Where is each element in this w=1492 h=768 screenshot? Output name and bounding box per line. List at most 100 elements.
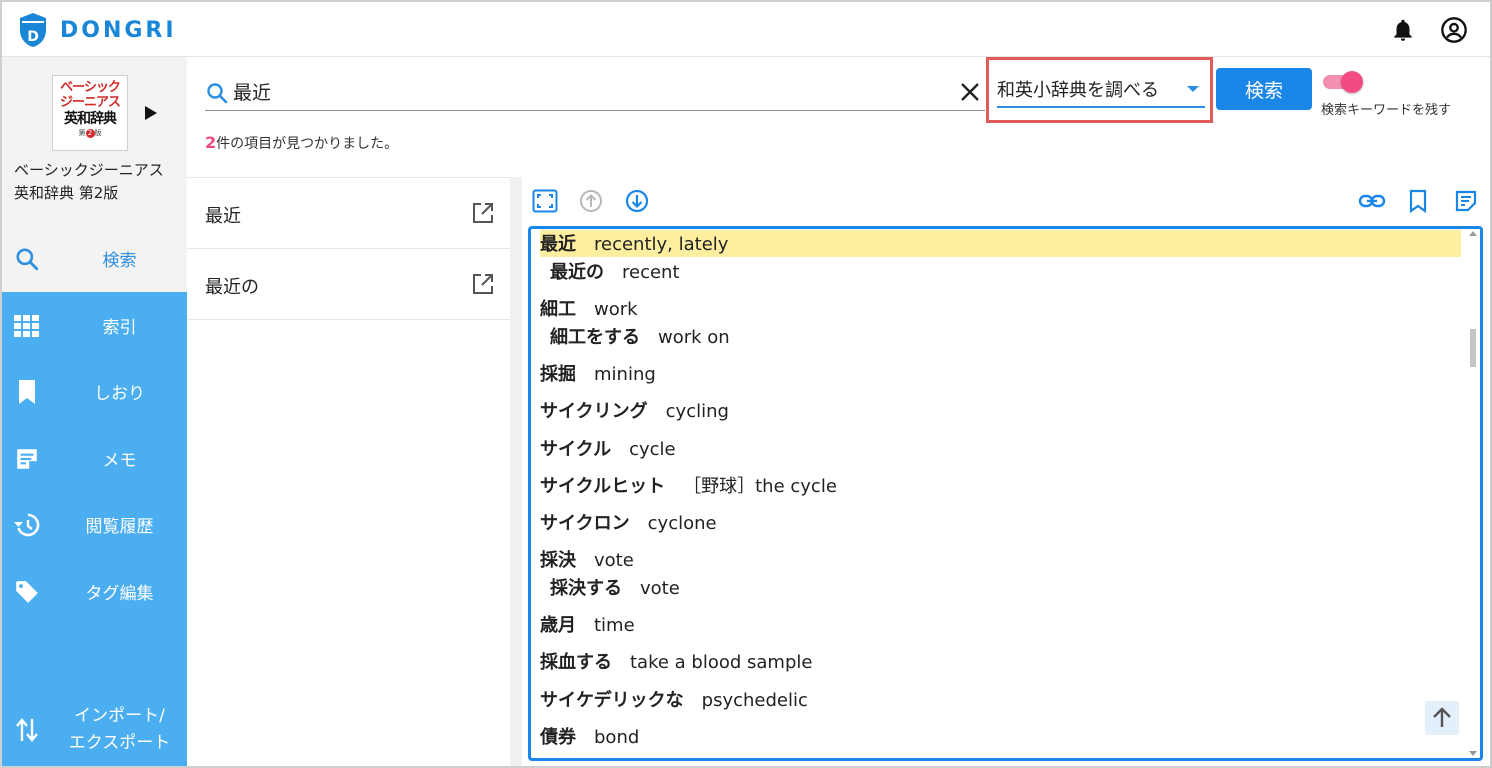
entry-line[interactable]: サイクルヒット ［野球］the cycle: [540, 472, 837, 498]
scrollbar-thumb[interactable]: [1470, 329, 1476, 367]
cover-edition-suffix: 版: [94, 129, 102, 137]
grid-icon: [14, 313, 40, 339]
search-icon: [207, 83, 228, 104]
entry-headword: 採決: [540, 550, 576, 571]
entry-translation: cycling: [665, 401, 729, 422]
keep-keyword-label: 検索キーワードを残す: [1321, 103, 1452, 118]
entry-line[interactable]: 歳月 time: [540, 611, 635, 637]
nav-item-memo[interactable]: メモ: [2, 425, 187, 492]
entry-translation: work on: [658, 327, 730, 348]
scroll-up-icon[interactable]: [1469, 231, 1477, 236]
nav-label-tags: タグ編集: [85, 584, 154, 604]
book-title: ベーシックジーニアス 英和辞典 第2版: [14, 159, 164, 205]
cover-edition-prefix: 第: [78, 129, 86, 137]
entry-translation: psychedelic: [701, 690, 808, 711]
cover-edition: 第2版: [53, 128, 127, 138]
nav-item-search[interactable]: 検索: [2, 225, 187, 292]
fullscreen-icon[interactable]: [532, 189, 558, 213]
result-item[interactable]: 最近の: [187, 249, 510, 320]
entry-line[interactable]: 採掘 mining: [540, 360, 656, 386]
book-title-line2: 英和辞典 第2版: [14, 184, 119, 202]
cover-edition-num: 2: [85, 129, 95, 138]
memo-outline-icon[interactable]: [1454, 189, 1478, 213]
entry-content[interactable]: 最近 recently, lately 最近の recent 細工 work 細工をする wo…: [528, 226, 1483, 761]
arrow-down-circle-icon[interactable]: [625, 189, 649, 213]
entry-headword: サイクルヒット: [540, 476, 666, 497]
entry-line[interactable]: 最近 recently, lately: [540, 230, 728, 256]
entry-line[interactable]: 採決 vote: [540, 546, 634, 572]
nav-label-index: 索引: [102, 318, 137, 338]
entry-headword: 最近の: [550, 262, 604, 283]
bell-icon[interactable]: [1390, 16, 1416, 44]
open-in-new-icon[interactable]: [472, 273, 494, 295]
play-arrow-icon[interactable]: [144, 105, 158, 121]
entry-line[interactable]: 最近の recent: [550, 258, 680, 284]
nav-label-export: エクスポート: [68, 733, 171, 753]
entry-headword: 歳月: [540, 615, 576, 636]
app-logo[interactable]: D DONGRI: [18, 10, 177, 50]
entry-headword: 採掘: [540, 364, 576, 385]
result-count-text: 件の項目が見つかりました。: [216, 136, 399, 152]
entry-line[interactable]: サイクル cycle: [540, 435, 676, 461]
nav-item-history[interactable]: 閲覧履歴: [2, 491, 187, 558]
entry-headword: サイクロン: [540, 513, 630, 534]
dictionary-select[interactable]: 和英小辞典を調べる: [986, 57, 1213, 123]
scrollbar[interactable]: [1468, 229, 1478, 758]
entry-headword: 細工をする: [550, 327, 640, 348]
entry-line[interactable]: 採決する vote: [550, 574, 680, 600]
book-title-line1: ベーシックジーニアス: [14, 161, 164, 179]
entry-headword: サイケデリックな: [540, 690, 684, 711]
arrow-up-circle-icon[interactable]: [579, 189, 603, 213]
arrow-up-icon: [1433, 707, 1451, 727]
entry-line[interactable]: 債券 bond: [540, 723, 639, 749]
scroll-down-icon[interactable]: [1469, 751, 1477, 756]
bookmark-icon: [14, 379, 40, 405]
entry-translation: bond: [594, 727, 640, 748]
search-box: [205, 73, 985, 111]
entry-line[interactable]: 採血する take a blood sample: [540, 648, 812, 674]
link-icon[interactable]: [1358, 189, 1386, 213]
tag-icon: [14, 579, 40, 605]
nav-item-index[interactable]: 索引: [2, 292, 187, 359]
entry-translation: take a blood sample: [630, 652, 813, 673]
entry-translation: mining: [594, 364, 656, 385]
entry-panel: 最近 recently, lately 最近の recent 細工 work 細工をする wo…: [522, 177, 1490, 766]
dictionary-select-value: 和英小辞典を調べる: [997, 80, 1159, 101]
bookmark-outline-icon[interactable]: [1408, 189, 1428, 213]
entry-line[interactable]: サイケデリックな psychedelic: [540, 686, 808, 712]
shield-logo-icon: D: [20, 13, 46, 47]
entry-translation: cycle: [629, 439, 676, 460]
entry-line[interactable]: 細工をする work on: [550, 323, 730, 349]
nav-item-import-export[interactable]: インポート/エクスポート: [2, 700, 187, 760]
entry-translation: ［野球］the cycle: [683, 476, 837, 497]
history-icon: [14, 512, 40, 538]
keep-keyword-toggle[interactable]: [1321, 71, 1363, 93]
cover-line3: 英和辞典: [64, 111, 117, 127]
entry-line[interactable]: サイクリング cycling: [540, 397, 729, 423]
entry-translation: work: [594, 299, 638, 320]
account-icon[interactable]: [1440, 16, 1468, 44]
cover-line1: ベーシック: [60, 80, 121, 95]
entry-translation: vote: [594, 550, 634, 571]
book-panel[interactable]: ベーシック ジーニアス 英和辞典 第2版 ベーシックジーニアス 英和辞典 第2版: [2, 57, 187, 225]
entry-headword: サイクル: [540, 439, 612, 460]
entry-translation: time: [594, 615, 635, 636]
entry-headword: サイクリング: [540, 401, 648, 422]
entry-headword: 細工: [540, 299, 576, 320]
search-input[interactable]: [233, 75, 933, 107]
scroll-to-top-button[interactable]: [1425, 701, 1459, 735]
entry-line[interactable]: サイクロン cyclone: [540, 509, 717, 535]
nav-item-tags[interactable]: タグ編集: [2, 558, 187, 625]
svg-text:D: D: [27, 29, 39, 45]
memo-icon: [14, 446, 40, 472]
entry-line[interactable]: 細工 work: [540, 295, 638, 321]
entry-translation: vote: [640, 578, 680, 599]
search-button[interactable]: 検索: [1216, 68, 1312, 110]
result-list: 最近 最近の: [187, 177, 510, 766]
nav-item-bookmark[interactable]: しおり: [2, 358, 187, 425]
dictionary-select-inner: 和英小辞典を調べる: [997, 72, 1205, 108]
open-in-new-icon[interactable]: [472, 202, 494, 224]
close-icon[interactable]: [959, 81, 981, 103]
pane-divider[interactable]: [510, 177, 522, 766]
result-item[interactable]: 最近: [187, 178, 510, 249]
